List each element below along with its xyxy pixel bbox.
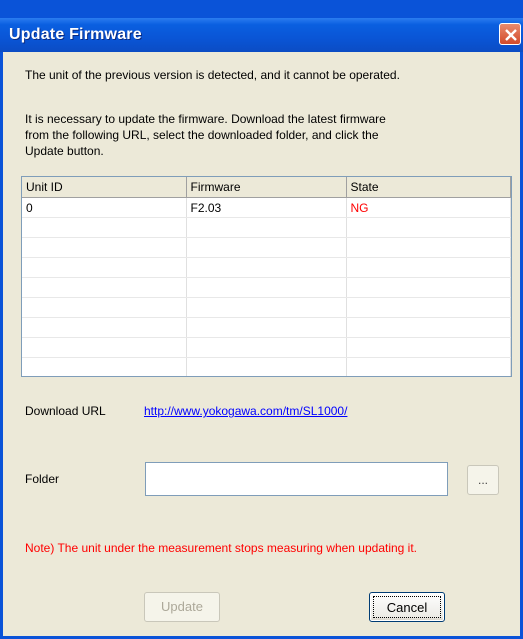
table-row-empty: [22, 237, 511, 258]
cancel-button[interactable]: Cancel: [369, 592, 445, 622]
update-button[interactable]: Update: [144, 592, 220, 622]
measurement-note: Note) The unit under the measurement sto…: [25, 541, 418, 555]
dialog-title: Update Firmware: [9, 26, 142, 43]
column-header-firmware[interactable]: Firmware: [186, 177, 347, 198]
close-icon: [505, 29, 517, 41]
download-url-link[interactable]: http://www.yokogawa.com/tm/SL1000/: [144, 403, 347, 419]
table-row-empty: [22, 357, 511, 376]
cell-state: NG: [346, 197, 511, 218]
table-row-empty: [22, 217, 511, 238]
detected-message: The unit of the previous version is dete…: [25, 68, 400, 82]
table-row[interactable]: 0 F2.03 NG: [22, 197, 511, 218]
table-header-row: Unit ID Firmware State: [22, 177, 511, 198]
cell-firmware: F2.03: [186, 197, 347, 218]
title-bar[interactable]: Update Firmware: [0, 18, 523, 52]
cancel-button-label: Cancel: [373, 596, 441, 618]
unit-firmware-table[interactable]: Unit ID Firmware State 0 F2.03 NG: [21, 176, 512, 377]
instructions-line-2: from the following URL, select the downl…: [25, 128, 379, 142]
column-header-unit-id[interactable]: Unit ID: [22, 177, 187, 198]
table-row-empty: [22, 297, 511, 318]
browse-folder-button[interactable]: ...: [467, 465, 499, 495]
column-header-state[interactable]: State: [346, 177, 511, 198]
table-row-empty: [22, 317, 511, 338]
close-button[interactable]: [499, 23, 521, 45]
instructions-line-1: It is necessary to update the firmware. …: [25, 112, 386, 126]
cell-unit-id: 0: [22, 197, 187, 218]
instructions-line-3: Update button.: [25, 144, 104, 158]
folder-input[interactable]: [145, 462, 448, 496]
download-url-label: Download URL: [25, 404, 106, 418]
folder-label: Folder: [25, 472, 60, 486]
table-row-empty: [22, 277, 511, 298]
table-row-empty: [22, 337, 511, 358]
table-row-empty: [22, 257, 511, 278]
